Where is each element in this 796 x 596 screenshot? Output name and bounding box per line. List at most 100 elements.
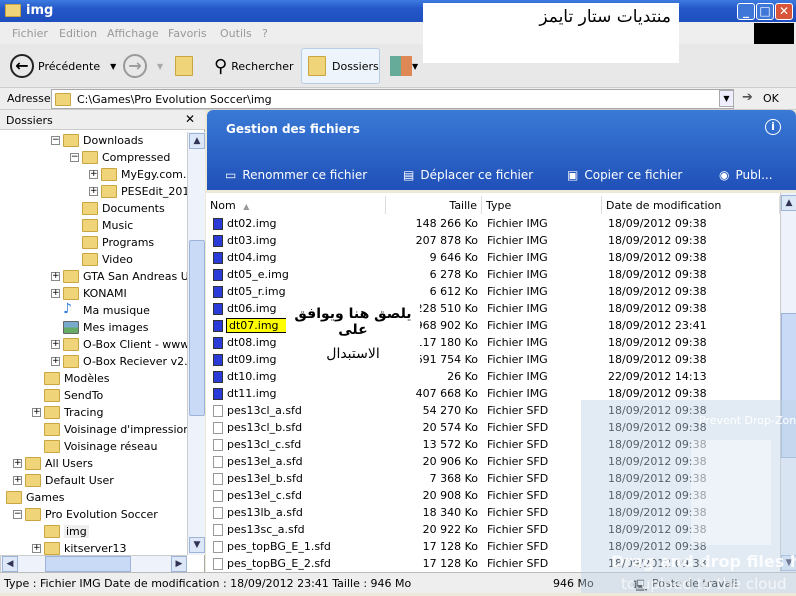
menu-affichage[interactable]: Affichage: [107, 27, 159, 40]
copy-file-action[interactable]: ▣ Copier ce fichier: [567, 168, 682, 182]
tree-item[interactable]: − Pro Evolution Soccer: [0, 506, 188, 523]
address-input[interactable]: C:\Games\Pro Evolution Soccer\img: [51, 89, 734, 109]
expand-icon[interactable]: +: [89, 170, 98, 179]
file-row[interactable]: dt05_e.img 6 278 Ko Fichier IMG 18/09/2012 …: [206, 266, 780, 283]
tree-item[interactable]: + Tracing: [0, 404, 188, 421]
column-header-name[interactable]: Nom ▲: [206, 196, 386, 214]
tree-item[interactable]: + O-Box Client - www.s: [0, 336, 188, 353]
back-button[interactable]: ← Précédente ▼: [10, 48, 116, 84]
scroll-up-button[interactable]: ▲: [189, 133, 205, 149]
file-date: 18/09/2012 09:38: [608, 251, 707, 264]
views-button[interactable]: ▼: [390, 48, 418, 84]
tree-item[interactable]: Modèles: [0, 370, 188, 387]
file-row[interactable]: dt02.img 148 266 Ko Fichier IMG 18/09/2012 …: [206, 215, 780, 232]
file-row[interactable]: dt04.img 9 646 Ko Fichier IMG 18/09/2012 09…: [206, 249, 780, 266]
tree-item[interactable]: − Downloads: [0, 132, 188, 149]
tree-item[interactable]: + All Users: [0, 455, 188, 472]
address-dropdown-button[interactable]: ▼: [719, 90, 734, 107]
expand-icon[interactable]: +: [32, 408, 41, 417]
tree-item[interactable]: img: [0, 523, 188, 540]
tree-item[interactable]: Programs: [0, 234, 188, 251]
up-folder-button[interactable]: [175, 48, 193, 84]
tree-item[interactable]: SendTo: [0, 387, 188, 404]
tree-item[interactable]: Mes images: [0, 319, 188, 336]
file-name: pes13el_c.sfd: [213, 489, 302, 502]
file-row[interactable]: dt10.img 26 Ko Fichier IMG 22/09/2012 14:13: [206, 368, 780, 385]
tree-item[interactable]: + PESEdit_2013: [0, 183, 188, 200]
tree-item[interactable]: Voisinage d'impression: [0, 421, 188, 438]
file-name: pes13lb_a.sfd: [213, 506, 303, 519]
menu-favoris[interactable]: Favoris: [168, 27, 207, 40]
search-button[interactable]: ⚲ Rechercher: [214, 48, 293, 84]
tree-item[interactable]: + Default User: [0, 472, 188, 489]
drop-zone-overlay[interactable]: Prevent Drop-Zone from appearing Drag an…: [581, 400, 796, 593]
go-arrow-icon[interactable]: ➔: [742, 90, 753, 105]
tree-vertical-scrollbar[interactable]: ▲ ▼: [187, 132, 205, 555]
minimize-button[interactable]: _: [737, 3, 755, 20]
tree-item[interactable]: + MyEgy.com.P: [0, 166, 188, 183]
tree-item[interactable]: − Compressed: [0, 149, 188, 166]
tree-item[interactable]: + KONAMI: [0, 285, 188, 302]
collapse-icon[interactable]: −: [70, 153, 79, 162]
window-title: img: [26, 3, 54, 18]
move-file-action[interactable]: ▤ Déplacer ce fichier: [403, 168, 533, 182]
close-pane-button[interactable]: ✕: [185, 112, 195, 126]
expand-icon[interactable]: +: [51, 289, 60, 298]
chevron-down-icon[interactable]: ▼: [157, 62, 163, 71]
chevron-down-icon[interactable]: ▼: [110, 62, 116, 71]
file-row[interactable]: dt05_r.img 6 612 Ko Fichier IMG 18/09/2012 …: [206, 283, 780, 300]
tree-item[interactable]: + GTA San Andreas User: [0, 268, 188, 285]
tree-item-label: kitserver13: [64, 542, 127, 555]
info-icon[interactable]: i: [765, 119, 781, 135]
tree-item[interactable]: Documents: [0, 200, 188, 217]
expand-icon[interactable]: +: [13, 459, 22, 468]
scroll-down-button[interactable]: ▼: [189, 537, 205, 553]
scrollbar-thumb[interactable]: [45, 556, 131, 572]
file-row[interactable]: dt03.img 207 878 Ko Fichier IMG 18/09/2012 …: [206, 232, 780, 249]
address-value: C:\Games\Pro Evolution Soccer\img: [77, 92, 272, 106]
tree-item-label: Pro Evolution Soccer: [45, 508, 158, 521]
menu-edition[interactable]: Edition: [59, 27, 97, 40]
file-name-text: pes13sc_a.sfd: [227, 523, 305, 536]
back-arrow-icon: ←: [10, 54, 34, 78]
expand-icon[interactable]: +: [89, 187, 98, 196]
menu-fichier[interactable]: Fichier: [12, 27, 48, 40]
file-size: 17 128 Ko: [422, 557, 478, 570]
expand-icon[interactable]: +: [51, 357, 60, 366]
expand-icon[interactable]: +: [51, 272, 60, 281]
column-header-type[interactable]: Type: [482, 196, 602, 214]
expand-icon[interactable]: +: [51, 340, 60, 349]
publish-file-action[interactable]: ◉ Publ...: [719, 168, 773, 182]
tree-item[interactable]: Voisinage réseau: [0, 438, 188, 455]
column-header-size[interactable]: Taille: [386, 196, 482, 214]
collapse-icon[interactable]: −: [13, 510, 22, 519]
folders-button[interactable]: Dossiers: [301, 48, 380, 84]
column-header-date[interactable]: Date de modification: [602, 196, 780, 214]
maximize-button[interactable]: □: [756, 3, 774, 20]
tree-item[interactable]: Games: [0, 489, 188, 506]
sort-ascending-icon: ▲: [243, 202, 250, 211]
prevent-dropzone-option[interactable]: Prevent Drop-Zone from appearing: [699, 414, 796, 427]
tree-item[interactable]: Video: [0, 251, 188, 268]
tree-item[interactable]: + O-Box Reciever v2.1: [0, 353, 188, 370]
tree-item[interactable]: ♪ Ma musique: [0, 301, 188, 319]
menu-help[interactable]: ?: [262, 27, 268, 40]
action-label: Renommer ce fichier: [242, 168, 368, 182]
close-button[interactable]: ✕: [775, 3, 793, 20]
file-name-text: pes_topBG_E_2.sfd: [227, 557, 331, 570]
scroll-left-button[interactable]: ◀: [2, 556, 18, 572]
collapse-icon[interactable]: −: [51, 136, 60, 145]
scroll-right-button[interactable]: ▶: [171, 556, 187, 572]
forward-button[interactable]: → ▼: [123, 48, 163, 84]
go-button[interactable]: OK: [763, 92, 779, 105]
rename-file-action[interactable]: ▭ Renommer ce fichier: [225, 168, 367, 182]
menu-outils[interactable]: Outils: [220, 27, 252, 40]
tree-horizontal-scrollbar[interactable]: ◀ ▶: [0, 555, 187, 572]
file-icon: [213, 507, 223, 519]
scrollbar-thumb[interactable]: [189, 240, 205, 416]
scroll-up-button[interactable]: ▲: [781, 195, 796, 211]
tree-item[interactable]: + kitserver13: [0, 540, 188, 555]
tree-item[interactable]: Music: [0, 217, 188, 234]
expand-icon[interactable]: +: [32, 544, 41, 553]
expand-icon[interactable]: +: [13, 476, 22, 485]
